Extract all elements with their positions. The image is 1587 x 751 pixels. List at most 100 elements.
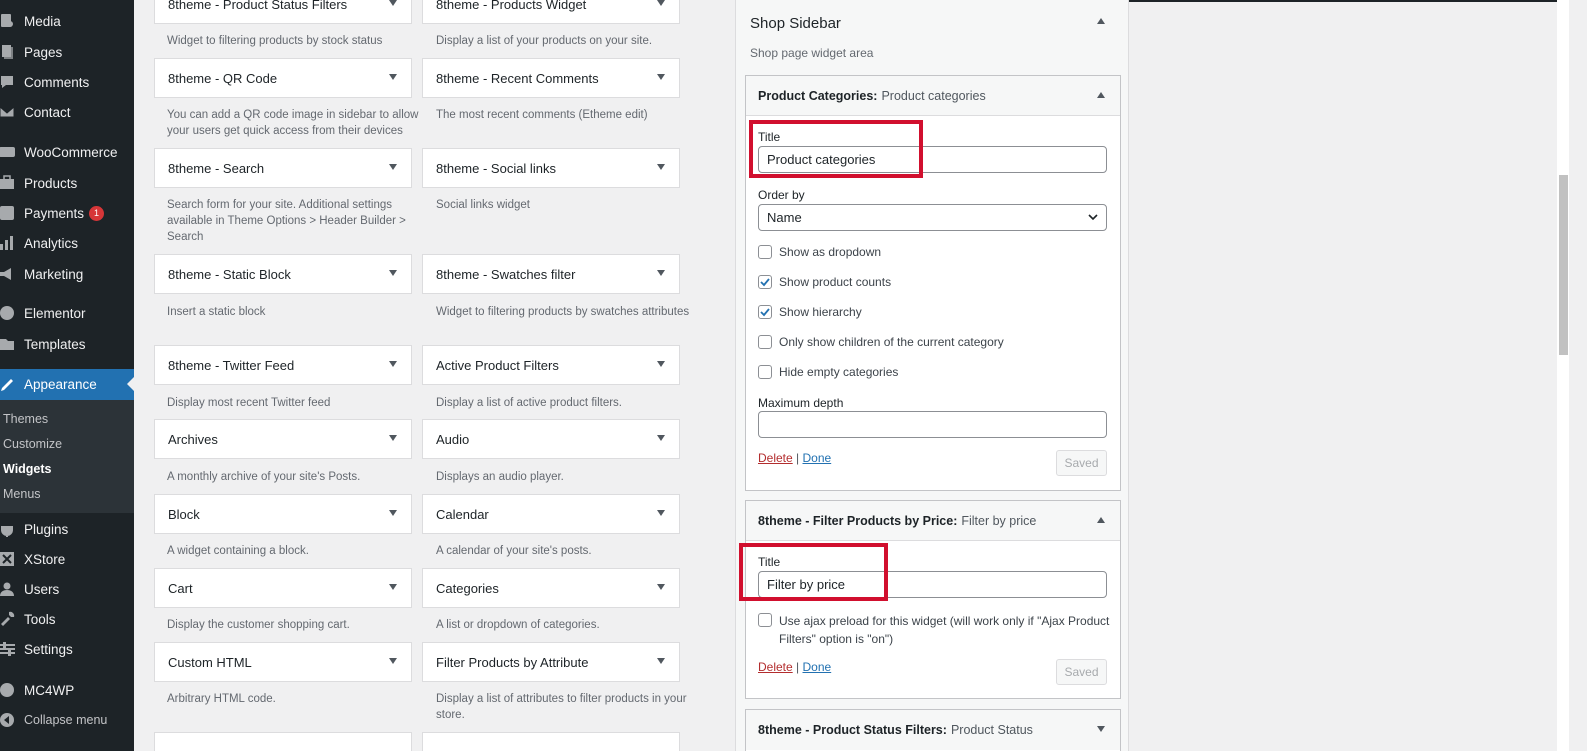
widget-description: A list or dropdown of categories. xyxy=(436,619,600,631)
widget-block[interactable]: Block xyxy=(154,494,412,534)
pages-icon xyxy=(0,43,16,61)
collapse-menu-button[interactable]: Collapse menu xyxy=(0,705,134,735)
chevron-down-icon[interactable] xyxy=(657,74,665,80)
submenu-item-themes[interactable]: Themes xyxy=(3,412,48,426)
only-show-children-checkbox[interactable] xyxy=(758,335,772,349)
show-as-dropdown-checkbox[interactable] xyxy=(758,245,772,259)
chevron-down-icon[interactable] xyxy=(1097,726,1105,732)
menu-item-comments[interactable]: Comments xyxy=(0,67,134,97)
delete-link[interactable]: Delete xyxy=(758,660,793,674)
chevron-down-icon[interactable] xyxy=(657,658,665,664)
delete-link[interactable]: Delete xyxy=(758,451,793,465)
widget-audio[interactable]: Audio xyxy=(422,419,680,459)
chevron-up-icon[interactable] xyxy=(1097,18,1105,24)
submenu-item-menus[interactable]: Menus xyxy=(3,487,41,501)
widget-custom-html[interactable]: Custom HTML xyxy=(154,642,412,682)
chevron-down-icon[interactable] xyxy=(389,361,397,367)
menu-item-tools[interactable]: Tools xyxy=(0,604,134,634)
chevron-down-icon[interactable] xyxy=(389,584,397,590)
scrollbar-thumb[interactable] xyxy=(1559,175,1568,355)
chevron-down-icon[interactable] xyxy=(389,510,397,516)
menu-item-woocommerce[interactable]: WooCommerce xyxy=(0,137,134,167)
widget-products-widget[interactable]: 8theme - Products Widget xyxy=(422,0,680,24)
widget-title: 8theme - QR Code xyxy=(168,70,278,86)
menu-item-users[interactable]: Users xyxy=(0,574,134,604)
widget-categories[interactable]: Categories xyxy=(422,568,680,608)
widget-filter-products-by-attribute[interactable]: Filter Products by Attribute xyxy=(422,642,680,682)
chevron-down-icon[interactable] xyxy=(389,0,397,6)
chevron-down-icon[interactable] xyxy=(389,435,397,441)
saved-button[interactable]: Saved xyxy=(1056,659,1107,685)
chevron-down-icon[interactable] xyxy=(389,658,397,664)
menu-item-elementor[interactable]: Elementor xyxy=(0,298,134,328)
widget-next[interactable] xyxy=(154,732,412,751)
widget-description: Arbitrary HTML code. xyxy=(167,693,276,705)
widget-twitter-feed[interactable]: 8theme - Twitter Feed xyxy=(154,345,412,385)
widget-header[interactable]: 8theme - Product Status Filters: Product… xyxy=(746,710,1120,750)
chevron-up-icon[interactable] xyxy=(1097,92,1105,98)
widget-recent-comments[interactable]: 8theme - Recent Comments xyxy=(422,58,680,98)
chevron-up-icon[interactable] xyxy=(1097,517,1105,523)
widget-cart[interactable]: Cart xyxy=(154,568,412,608)
checkbox-label: Show product counts xyxy=(779,275,892,289)
menu-item-mc4wp[interactable]: MC4WP xyxy=(0,675,134,705)
widget-active-product-filters[interactable]: Active Product Filters xyxy=(422,345,680,385)
done-link[interactable]: Done xyxy=(803,660,832,674)
widget-swatches-filter[interactable]: 8theme - Swatches filter xyxy=(422,254,680,294)
checkbox-label: Show as dropdown xyxy=(779,245,882,259)
done-link[interactable]: Done xyxy=(803,451,832,465)
menu-item-appearance[interactable]: Appearance xyxy=(0,369,134,400)
menu-item-products[interactable]: Products xyxy=(0,168,134,198)
elementor-icon xyxy=(0,304,16,322)
menu-item-marketing[interactable]: Marketing xyxy=(0,259,134,289)
menu-item-templates[interactable]: Templates xyxy=(0,329,134,359)
menu-item-pages[interactable]: Pages xyxy=(0,37,134,67)
separator: | xyxy=(796,451,800,465)
chevron-down-icon[interactable] xyxy=(657,584,665,590)
ajax-preload-checkbox[interactable] xyxy=(758,613,772,627)
maximum-depth-input[interactable] xyxy=(758,411,1107,438)
widget-search[interactable]: 8theme - Search xyxy=(154,148,412,188)
menu-item-media[interactable]: Media xyxy=(0,6,134,36)
chevron-down-icon[interactable] xyxy=(389,74,397,80)
show-hierarchy-checkbox[interactable] xyxy=(758,305,772,319)
widget-calendar[interactable]: Calendar xyxy=(422,494,680,534)
menu-item-xstore[interactable]: XStore xyxy=(0,544,134,574)
menu-item-plugins[interactable]: Plugins xyxy=(0,514,134,544)
submenu-item-customize[interactable]: Customize xyxy=(3,437,62,451)
chevron-down-icon[interactable] xyxy=(657,164,665,170)
chevron-down-icon[interactable] xyxy=(657,0,665,6)
menu-item-analytics[interactable]: Analytics xyxy=(0,228,134,258)
saved-button[interactable]: Saved xyxy=(1056,450,1107,476)
widget-header[interactable]: 8theme - Filter Products by Price: Filte… xyxy=(746,501,1120,541)
widget-next[interactable] xyxy=(422,732,680,751)
chevron-down-icon[interactable] xyxy=(657,435,665,441)
menu-item-contact[interactable]: Contact xyxy=(0,97,134,127)
chevron-down-icon[interactable] xyxy=(657,510,665,516)
scrollbar-track[interactable] xyxy=(1557,0,1569,751)
order-by-value: Name xyxy=(767,210,802,225)
show-product-counts-checkbox[interactable] xyxy=(758,275,772,289)
highlight-box xyxy=(739,543,888,601)
menu-item-payments[interactable]: Payments 1 xyxy=(0,198,134,228)
submenu-item-widgets[interactable]: Widgets xyxy=(3,462,52,476)
widget-static-block[interactable]: 8theme - Static Block xyxy=(154,254,412,294)
sidebar-title[interactable]: Shop Sidebar xyxy=(750,15,841,32)
product-status-widget[interactable]: 8theme - Product Status Filters: Product… xyxy=(745,709,1121,751)
chevron-down-icon[interactable] xyxy=(657,270,665,276)
hide-empty-categories-checkbox[interactable] xyxy=(758,365,772,379)
menu-label: Media xyxy=(24,13,61,29)
widget-archives[interactable]: Archives xyxy=(154,419,412,459)
widget-header[interactable]: Product Categories: Product categories xyxy=(746,76,1120,116)
widget-description: A widget containing a block. xyxy=(167,545,309,557)
order-by-select[interactable]: Name xyxy=(758,204,1107,231)
widget-product-status-filters[interactable]: 8theme - Product Status Filters xyxy=(154,0,412,24)
chevron-down-icon[interactable] xyxy=(657,361,665,367)
chevron-down-icon[interactable] xyxy=(389,164,397,170)
checkbox-label: Show hierarchy xyxy=(779,305,862,319)
widget-qr-code[interactable]: 8theme - QR Code xyxy=(154,58,412,98)
chevron-down-icon[interactable] xyxy=(389,270,397,276)
menu-item-settings[interactable]: Settings xyxy=(0,634,134,664)
widget-social-links[interactable]: 8theme - Social links xyxy=(422,148,680,188)
tools-icon xyxy=(0,610,16,628)
